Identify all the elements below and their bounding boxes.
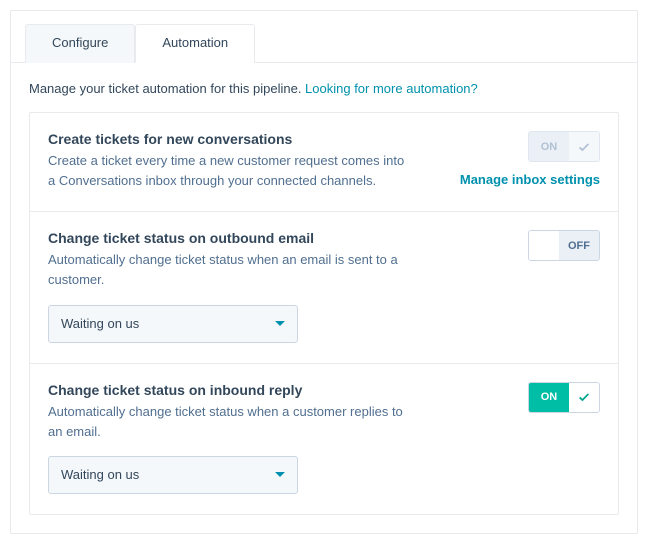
- tab-bar: Configure Automation: [11, 11, 637, 63]
- section-body: Create tickets for new conversations Cre…: [48, 131, 422, 191]
- section-title: Change ticket status on inbound reply: [48, 382, 422, 398]
- check-icon: [569, 132, 599, 161]
- toggle-blank: [529, 231, 559, 260]
- section-create-tickets: Create tickets for new conversations Cre…: [30, 113, 618, 212]
- section-outbound-status: Change ticket status on outbound email A…: [30, 212, 618, 363]
- toggle-inbound-status[interactable]: ON: [528, 382, 600, 413]
- toggle-label: ON: [529, 132, 569, 161]
- toggle-label: OFF: [559, 231, 599, 260]
- sections-container: Create tickets for new conversations Cre…: [29, 112, 619, 515]
- check-icon: [569, 383, 599, 412]
- select-value: Waiting on us: [61, 467, 139, 482]
- outbound-status-select[interactable]: Waiting on us: [48, 305, 298, 343]
- more-automation-link[interactable]: Looking for more automation?: [305, 81, 478, 96]
- tab-label: Automation: [162, 35, 228, 50]
- section-description: Automatically change ticket status when …: [48, 402, 408, 442]
- section-actions: OFF: [440, 230, 600, 342]
- section-description: Automatically change ticket status when …: [48, 250, 408, 290]
- manage-inbox-settings-link[interactable]: Manage inbox settings: [460, 172, 600, 187]
- chevron-down-icon: [275, 472, 285, 477]
- toggle-create-tickets: ON: [528, 131, 600, 162]
- section-actions: ON Manage inbox settings: [440, 131, 600, 191]
- tab-label: Configure: [52, 35, 108, 50]
- intro-prefix: Manage your ticket automation for this p…: [29, 81, 305, 96]
- section-description: Create a ticket every time a new custome…: [48, 151, 408, 191]
- toggle-outbound-status[interactable]: OFF: [528, 230, 600, 261]
- section-body: Change ticket status on outbound email A…: [48, 230, 422, 342]
- inbound-status-select[interactable]: Waiting on us: [48, 456, 298, 494]
- select-value: Waiting on us: [61, 316, 139, 331]
- section-body: Change ticket status on inbound reply Au…: [48, 382, 422, 494]
- section-title: Change ticket status on outbound email: [48, 230, 422, 246]
- section-inbound-status: Change ticket status on inbound reply Au…: [30, 364, 618, 514]
- section-title: Create tickets for new conversations: [48, 131, 422, 147]
- toggle-label: ON: [529, 383, 569, 412]
- intro-text: Manage your ticket automation for this p…: [11, 63, 637, 112]
- tab-configure[interactable]: Configure: [25, 24, 135, 63]
- section-actions: ON: [440, 382, 600, 494]
- chevron-down-icon: [275, 321, 285, 326]
- automation-panel: Configure Automation Manage your ticket …: [10, 10, 638, 534]
- tab-automation[interactable]: Automation: [135, 24, 255, 63]
